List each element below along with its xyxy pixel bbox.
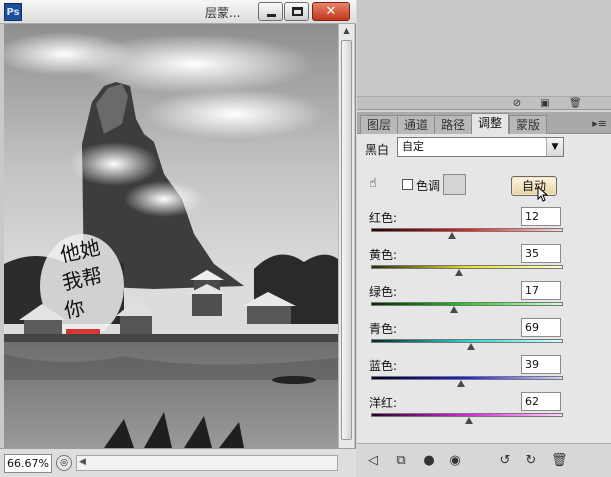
minimize-button[interactable] (258, 2, 283, 21)
mouse-cursor-icon (537, 186, 549, 202)
slider-value-field[interactable]: 69 (521, 318, 561, 337)
slider-value-field[interactable]: 39 (521, 355, 561, 374)
clip-to-layer-icon[interactable]: ● (421, 453, 437, 469)
mist (69, 142, 159, 186)
document-titlebar[interactable]: Ps 层蒙... ✕ (0, 0, 356, 24)
cloud (144, 89, 324, 139)
landscape-photo: 他她 我帮 你 (4, 24, 338, 448)
panel-tabs: 图层 通道 路径 调整 蒙版 ▸≡ (357, 112, 611, 134)
slider-label: 洋红: (369, 396, 398, 410)
visibility-eye-icon[interactable]: ◉ (447, 453, 463, 469)
slider-thumb[interactable] (457, 380, 466, 387)
slider-label: 青色: (369, 322, 398, 336)
view-previous-icon[interactable]: ↺ (497, 453, 513, 469)
trash-icon[interactable]: 🗑 (569, 98, 582, 109)
slider-thumb[interactable] (455, 269, 464, 276)
tint-color-swatch[interactable] (443, 174, 466, 195)
targeted-adjustment-hand-icon[interactable]: ☝ (369, 176, 385, 192)
adjustment-footer: ◁ ⧉ ● ◉ ↺ ↻ 🗑 (357, 443, 611, 477)
slider-value-field[interactable]: 12 (521, 207, 561, 226)
reset-icon[interactable]: ↻ (523, 453, 539, 469)
image-canvas[interactable]: 他她 我帮 你 (4, 24, 338, 448)
close-icon: ✕ (325, 4, 337, 19)
preset-label: 黑白 (365, 143, 390, 157)
photoshop-logo-icon: Ps (4, 3, 22, 21)
tab-masks[interactable]: 蒙版 (509, 115, 548, 134)
slider-label: 黄色: (369, 248, 398, 262)
pagoda (192, 294, 222, 316)
pavilion (120, 316, 152, 334)
slider-thumb[interactable] (464, 417, 473, 424)
document-window: Ps 层蒙... ✕ 他她 我帮 你 ▲ 66.67% ◎ ◀ (0, 0, 356, 477)
maximize-button[interactable] (284, 2, 309, 21)
scroll-thumb[interactable] (341, 40, 352, 440)
tab-channels[interactable]: 通道 (397, 115, 436, 134)
upper-panel-footer: ⊘ ▣ 🗑 (357, 96, 611, 110)
lake (4, 342, 338, 448)
navigate-icon[interactable]: ◎ (56, 455, 72, 471)
pavilion (247, 306, 291, 324)
slider-label: 红色: (369, 211, 398, 225)
scroll-up-arrow-icon[interactable]: ▲ (340, 26, 353, 38)
preset-value: 自定 (402, 140, 424, 153)
slider-thumb[interactable] (466, 343, 475, 350)
tint-checkbox[interactable] (402, 179, 413, 190)
slider-label: 蓝色: (369, 359, 398, 373)
status-bar: 66.67% ◎ ◀ (0, 448, 356, 477)
slider-label: 绿色: (369, 285, 398, 299)
trash-icon[interactable]: 🗑 (551, 453, 568, 469)
slider-value-field[interactable]: 35 (521, 244, 561, 263)
boat (272, 376, 316, 384)
scroll-left-arrow-icon[interactable]: ◀ (79, 457, 86, 467)
document-title: 层蒙... (205, 6, 241, 20)
chevron-down-icon[interactable]: ▼ (546, 138, 563, 156)
auto-button[interactable]: 自动 (511, 176, 557, 196)
close-button[interactable]: ✕ (312, 2, 350, 21)
slider-value-field[interactable]: 62 (521, 392, 561, 411)
slider-thumb[interactable] (447, 232, 456, 239)
shoreline (4, 334, 338, 342)
upper-panel-area (357, 0, 611, 96)
tab-layers[interactable]: 图层 (360, 115, 399, 134)
slider-thumb[interactable] (449, 306, 458, 313)
vertical-scrollbar[interactable]: ▲ (338, 24, 354, 448)
prohibit-icon[interactable]: ⊘ (511, 98, 523, 109)
slider-track[interactable] (371, 302, 563, 306)
tab-paths[interactable]: 路径 (434, 115, 473, 134)
new-item-icon[interactable]: ▣ (539, 98, 551, 109)
tab-adjustments[interactable]: 调整 (471, 113, 510, 134)
tint-label: 色调 (416, 179, 441, 193)
slider-track[interactable] (371, 228, 563, 232)
minimize-icon (267, 14, 276, 17)
back-arrow-icon[interactable]: ◁ (365, 453, 381, 469)
panel-menu-icon[interactable]: ▸≡ (592, 117, 607, 130)
photoshop-workspace: Ps 层蒙... ✕ 他她 我帮 你 ▲ 66.67% ◎ ◀ ⊘ ▣ 🗑 图层… (0, 0, 611, 477)
expand-view-icon[interactable]: ⧉ (393, 453, 409, 469)
slider-track[interactable] (371, 265, 563, 269)
preset-dropdown[interactable]: 自定 ▼ (397, 137, 564, 157)
maximize-icon (292, 7, 303, 16)
black-white-adjustment: 黑白 自定 ▼ ☝ 色调 自动 红色: 12 黄色: 35 绿色: 17 青色: 69 蓝色: 3… (357, 134, 611, 443)
slider-value-field[interactable]: 17 (521, 281, 561, 300)
zoom-field[interactable]: 66.67% (4, 454, 52, 473)
slider-track[interactable] (371, 376, 563, 380)
mist (124, 181, 204, 217)
horizontal-scrollbar[interactable]: ◀ (76, 455, 338, 471)
panel-dock: ⊘ ▣ 🗑 图层 通道 路径 调整 蒙版 ▸≡ 黑白 自定 ▼ ☝ 色调 自动 (357, 0, 611, 477)
